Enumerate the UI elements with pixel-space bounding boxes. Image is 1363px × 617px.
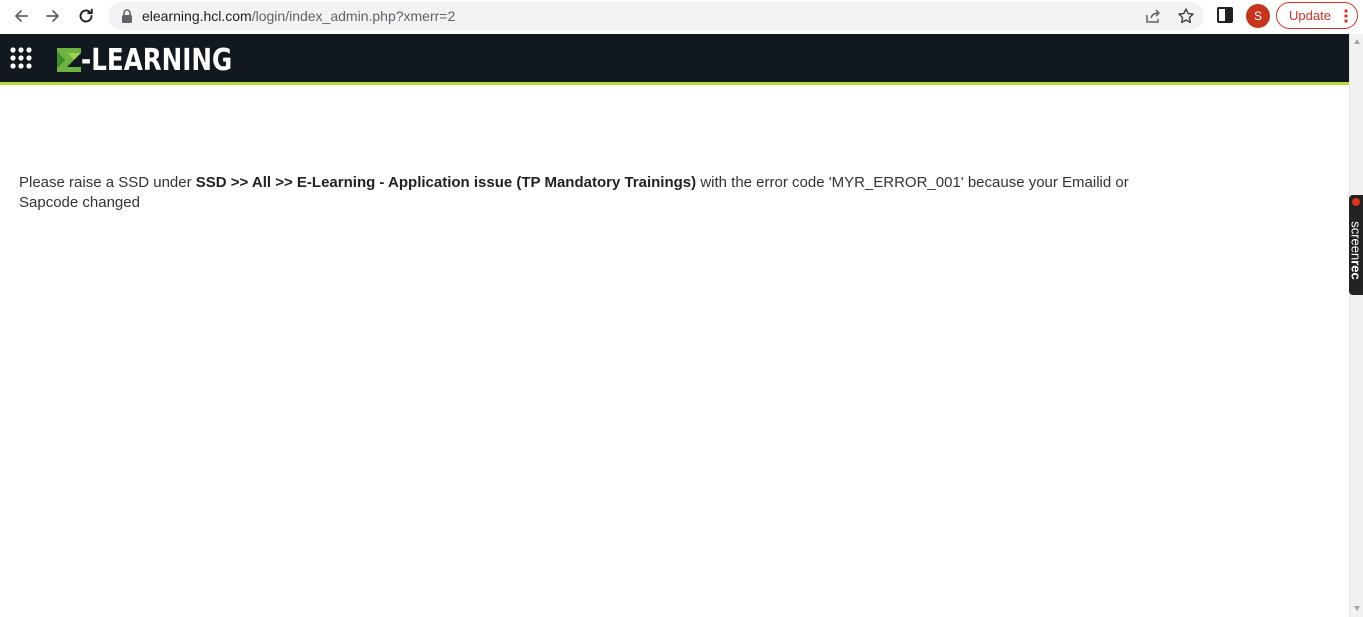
scroll-down-arrow-icon[interactable] xyxy=(1353,604,1361,612)
update-button[interactable]: Update xyxy=(1276,2,1358,29)
update-label: Update xyxy=(1289,8,1331,23)
app-grid-menu-icon[interactable] xyxy=(10,47,38,75)
scroll-up-arrow-icon[interactable] xyxy=(1353,38,1361,46)
record-dot-icon xyxy=(1352,198,1360,206)
screenrec-label: screenrec xyxy=(1349,214,1363,288)
bookmark-star-icon[interactable] xyxy=(1177,7,1195,25)
error-message: Please raise a SSD under SSD >> All >> E… xyxy=(19,173,1129,213)
back-arrow-icon xyxy=(15,10,28,22)
elearning-logo-mark-icon xyxy=(57,48,81,72)
screenrec-label-bold: rec xyxy=(1348,260,1363,280)
lock-icon[interactable] xyxy=(120,8,134,24)
app-header: -LEARNING xyxy=(0,34,1349,85)
elearning-logo[interactable]: -LEARNING xyxy=(57,42,265,78)
reload-button[interactable] xyxy=(74,4,98,28)
forward-arrow-icon xyxy=(46,10,59,22)
browser-toolbar: elearning.hcl.com/login/index_admin.php?… xyxy=(0,0,1363,32)
address-bar[interactable]: elearning.hcl.com/login/index_admin.php?… xyxy=(108,2,1204,30)
forward-button[interactable] xyxy=(41,4,65,28)
side-panel-icon[interactable] xyxy=(1216,6,1234,24)
share-icon[interactable] xyxy=(1144,7,1162,25)
vertical-scrollbar[interactable] xyxy=(1349,34,1363,617)
profile-avatar[interactable]: S xyxy=(1246,4,1270,28)
reload-icon xyxy=(79,8,93,23)
more-vertical-icon xyxy=(1344,9,1348,23)
url-text[interactable]: elearning.hcl.com/login/index_admin.php?… xyxy=(142,8,455,24)
back-button[interactable] xyxy=(9,4,33,28)
url-path: /login/index_admin.php?xmerr=2 xyxy=(251,8,456,24)
logo-text: -LEARNING xyxy=(81,42,233,78)
message-prefix: Please raise a SSD under xyxy=(19,174,196,191)
url-host: elearning.hcl.com xyxy=(142,8,252,24)
screenrec-tab[interactable]: screenrec xyxy=(1349,195,1363,295)
message-ssd-path: SSD >> All >> E-Learning - Application i… xyxy=(195,174,697,191)
screenrec-label-light: screen xyxy=(1348,221,1363,261)
